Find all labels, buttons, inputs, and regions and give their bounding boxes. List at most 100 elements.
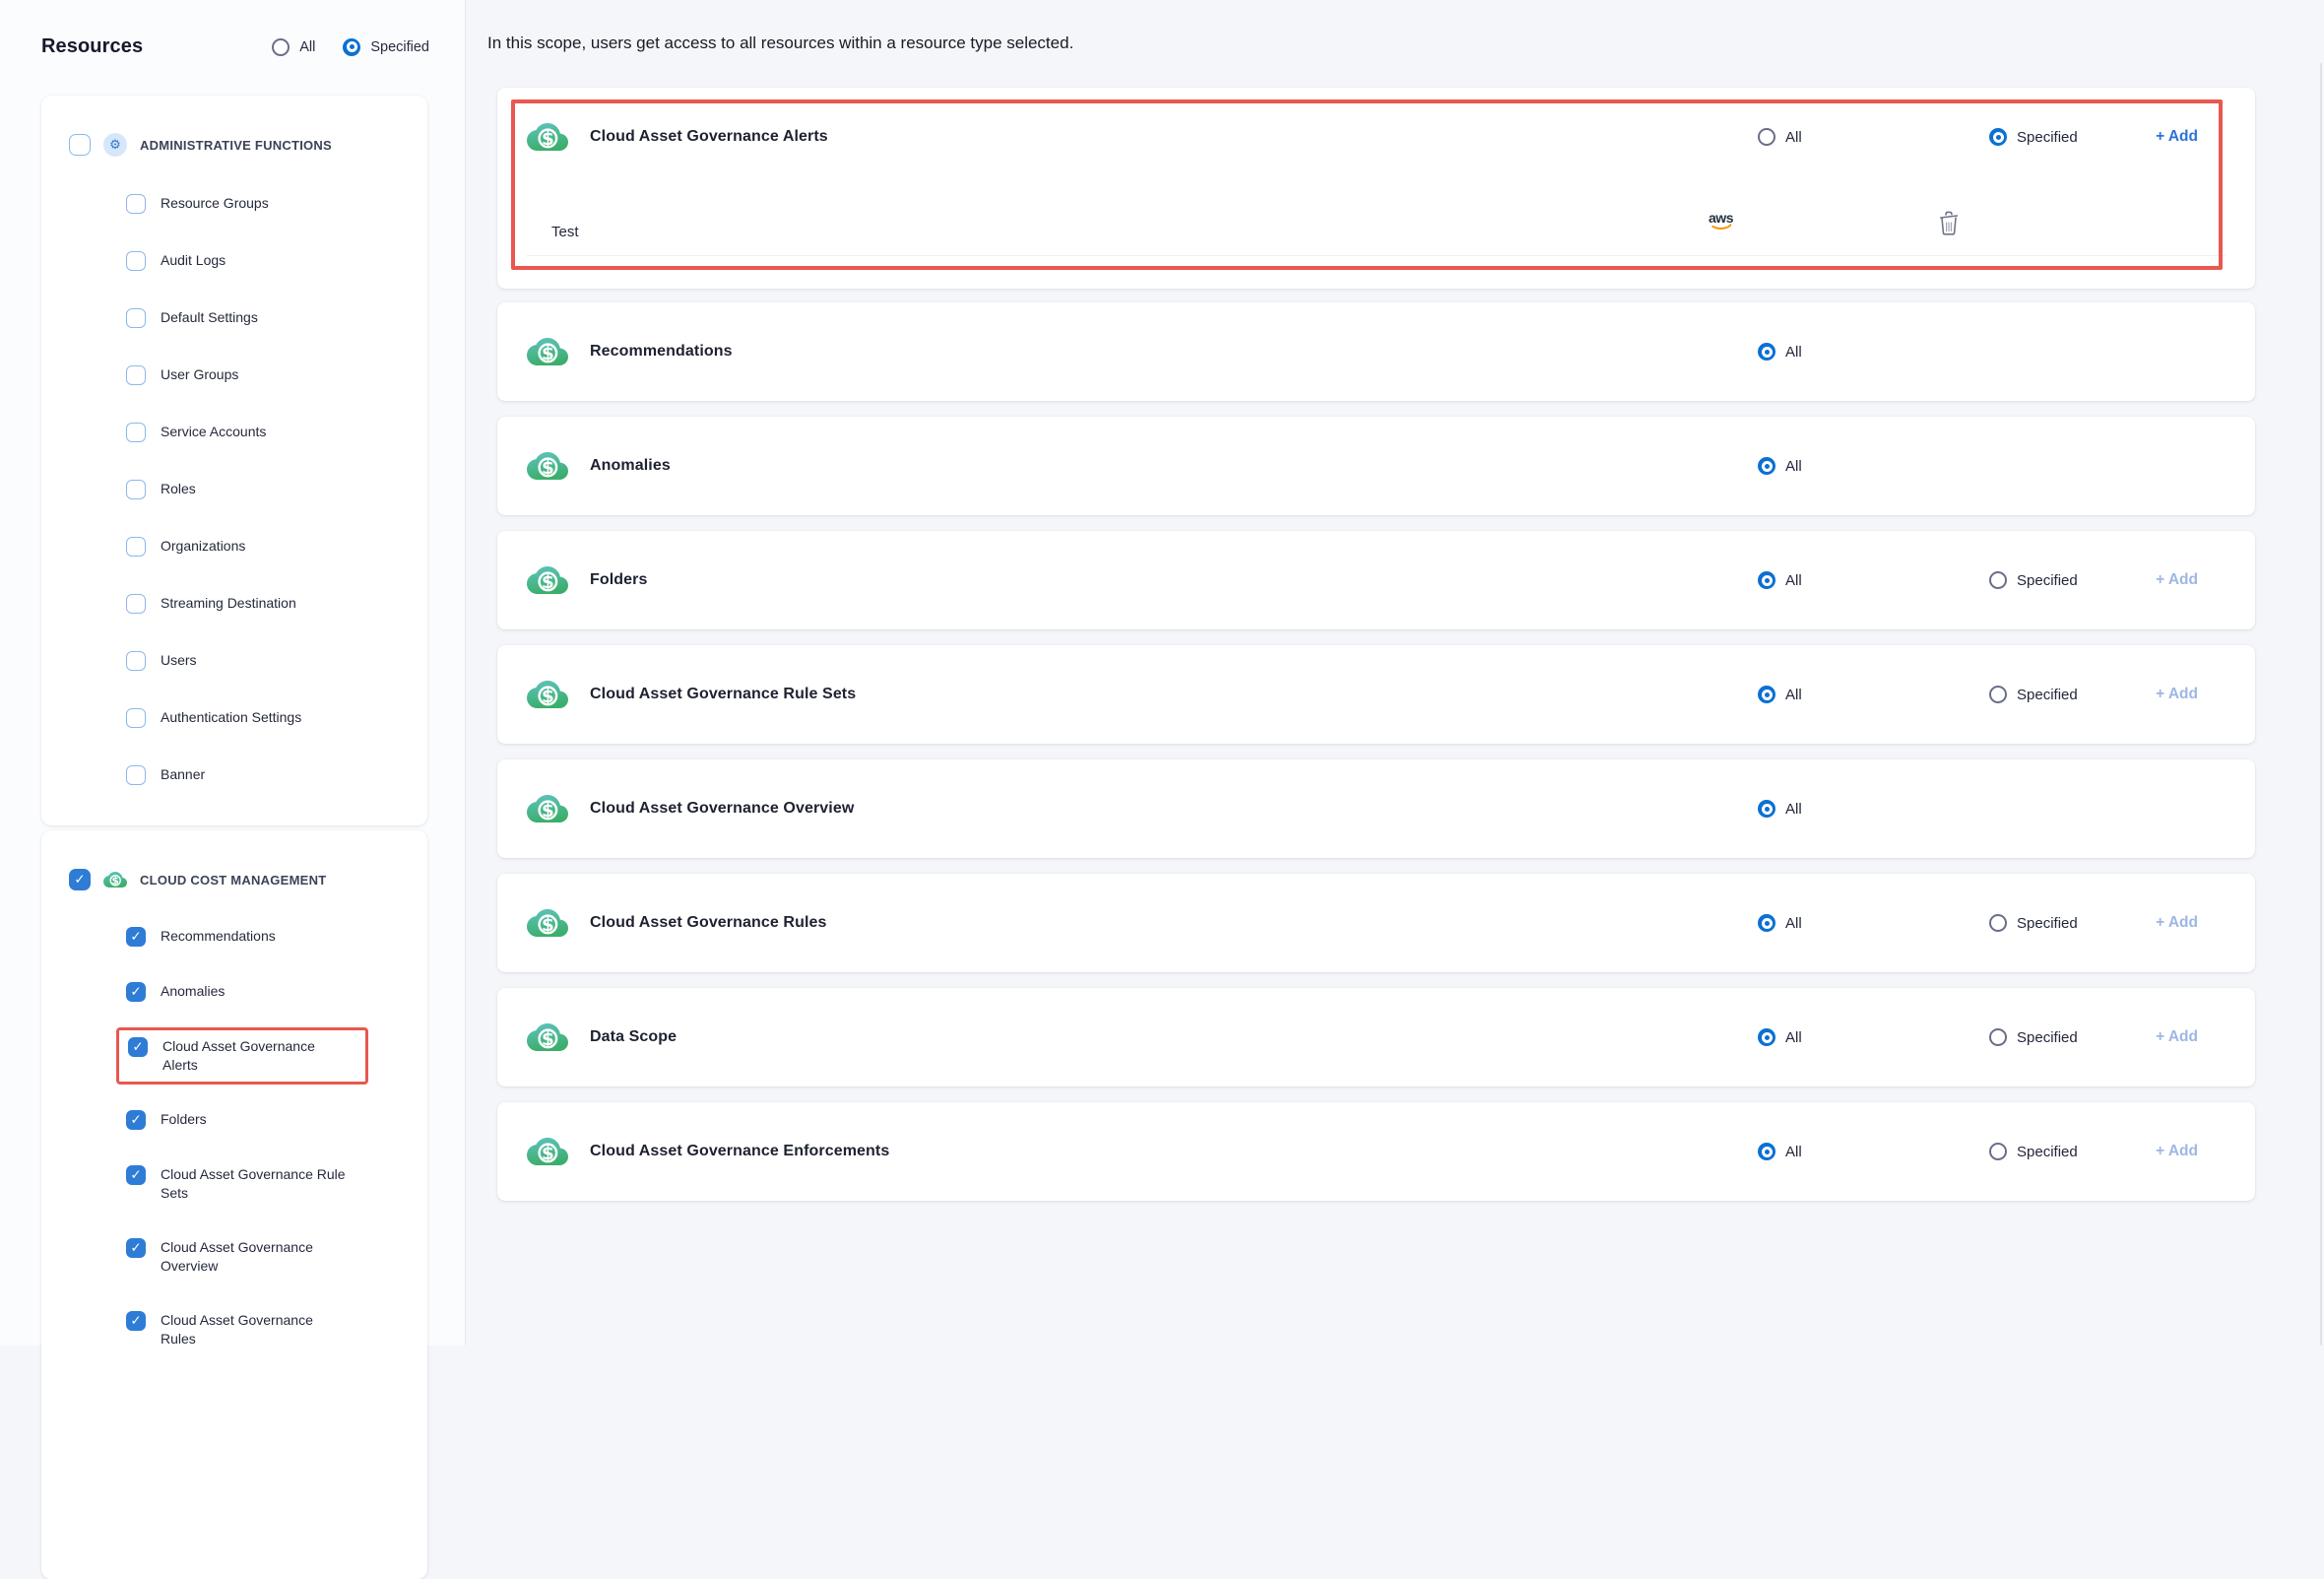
- option-all-radio[interactable]: [1758, 914, 1775, 932]
- cloud-dollar-icon: $: [527, 331, 568, 372]
- sidebar-item-label: Users: [161, 651, 197, 670]
- item-checkbox[interactable]: [126, 1311, 146, 1331]
- sidebar-item-label: Cloud Asset Governance Rule Sets: [161, 1165, 348, 1203]
- resource-row-title: Cloud Asset Governance Rule Sets: [590, 686, 856, 703]
- option-all-label: All: [1785, 572, 1802, 589]
- option-specified: Specified: [1989, 874, 2078, 972]
- svg-text:$: $: [542, 801, 554, 822]
- svg-text:$: $: [542, 687, 554, 707]
- option-all-radio[interactable]: [1758, 800, 1775, 818]
- option-all-radio[interactable]: [1758, 686, 1775, 703]
- sidebar-item-label: Authentication Settings: [161, 708, 301, 727]
- item-checkbox[interactable]: [126, 1110, 146, 1130]
- item-checkbox[interactable]: [128, 1037, 148, 1057]
- sidebar-item-organizations: Organizations: [126, 537, 408, 557]
- delete-icon[interactable]: [1938, 210, 1960, 239]
- item-checkbox[interactable]: [126, 537, 146, 557]
- sidebar-item-resource-groups: Resource Groups: [126, 194, 408, 214]
- sidebar-item-cloud-asset-governance-rule-sets: Cloud Asset Governance Rule Sets: [126, 1165, 408, 1203]
- scope-specified-radio[interactable]: [343, 38, 360, 56]
- sidebar-item-folders: Folders: [126, 1110, 408, 1130]
- option-all-radio[interactable]: [1758, 457, 1775, 475]
- option-specified: Specified: [1989, 988, 2078, 1086]
- aws-logo: aws: [1709, 212, 1733, 230]
- add-button[interactable]: + Add: [2156, 645, 2198, 744]
- item-checkbox[interactable]: [126, 1238, 146, 1258]
- option-specified-radio[interactable]: [1989, 571, 2007, 589]
- item-checkbox[interactable]: [126, 251, 146, 271]
- scrollbar-track[interactable]: [2320, 63, 2322, 1346]
- item-checkbox[interactable]: [126, 927, 146, 947]
- group-checkbox[interactable]: [69, 869, 91, 890]
- option-specified: Specified: [1989, 531, 2078, 629]
- add-button[interactable]: + Add: [2156, 988, 2198, 1086]
- resource-row-cloud-asset-governance-rule-sets: $Cloud Asset Governance Rule SetsAllSpec…: [497, 645, 2255, 744]
- cloud-dollar-icon: $: [527, 445, 568, 487]
- item-checkbox[interactable]: [126, 708, 146, 728]
- item-checkbox[interactable]: [126, 651, 146, 671]
- option-specified-label: Specified: [2017, 687, 2078, 703]
- item-checkbox[interactable]: [126, 423, 146, 442]
- option-specified-radio[interactable]: [1989, 1028, 2007, 1046]
- option-specified-radio[interactable]: [1989, 686, 2007, 703]
- option-all: All: [1758, 874, 1802, 972]
- resource-row-title: Cloud Asset Governance Rules: [590, 914, 827, 932]
- item-checkbox[interactable]: [126, 308, 146, 328]
- scope-all-radio[interactable]: [272, 38, 290, 56]
- add-button[interactable]: + Add: [2156, 874, 2198, 972]
- resources-sidebar: Resources All Specified ⚙ADMINISTRATIVE …: [0, 0, 466, 1346]
- cloud-dollar-icon: $: [527, 559, 568, 601]
- sidebar-item-label: Folders: [161, 1110, 207, 1129]
- sidebar-item-user-groups: User Groups: [126, 365, 408, 385]
- sidebar-item-users: Users: [126, 651, 408, 671]
- option-all-radio[interactable]: [1758, 343, 1775, 361]
- sidebar-item-label: Organizations: [161, 537, 245, 556]
- option-all-radio[interactable]: [1758, 1028, 1775, 1046]
- sidebar-item-label: User Groups: [161, 365, 238, 384]
- option-all: All: [1758, 531, 1802, 629]
- item-checkbox[interactable]: [126, 480, 146, 499]
- scope-option-all: All: [272, 38, 315, 56]
- resource-group-card-administrative-functions: ⚙ADMINISTRATIVE FUNCTIONS Resource Groups…: [41, 96, 427, 825]
- resource-row-title: Anomalies: [590, 457, 671, 475]
- option-specified-label: Specified: [2017, 915, 2078, 932]
- svg-text:$: $: [542, 1144, 554, 1164]
- resource-row-folders: $FoldersAllSpecified+ Add: [497, 531, 2255, 629]
- option-all-label: All: [1785, 801, 1802, 818]
- item-checkbox[interactable]: [126, 365, 146, 385]
- option-all-radio[interactable]: [1758, 1143, 1775, 1160]
- option-specified-label: Specified: [2017, 129, 2078, 146]
- sidebar-item-banner: Banner: [126, 765, 408, 785]
- item-checkbox[interactable]: [126, 982, 146, 1002]
- option-all-radio[interactable]: [1758, 128, 1775, 146]
- sidebar-item-roles: Roles: [126, 480, 408, 499]
- resource-row-cloud-asset-governance-enforcements: $Cloud Asset Governance EnforcementsAllS…: [497, 1102, 2255, 1201]
- sidebar-item-anomalies: Anomalies: [126, 982, 408, 1002]
- add-button[interactable]: + Add: [2156, 88, 2198, 186]
- option-specified-radio[interactable]: [1989, 1143, 2007, 1160]
- option-specified-radio[interactable]: [1989, 914, 2007, 932]
- svg-text:$: $: [542, 129, 554, 150]
- item-checkbox[interactable]: [126, 1165, 146, 1185]
- item-checkbox[interactable]: [126, 194, 146, 214]
- cloud-dollar-icon: $: [103, 868, 127, 891]
- option-all: All: [1758, 417, 1802, 515]
- option-specified-radio[interactable]: [1989, 128, 2007, 146]
- scope-radio-group: All Specified: [272, 38, 429, 56]
- resource-row-title: Data Scope: [590, 1028, 677, 1046]
- option-specified: Specified: [1989, 1102, 2078, 1201]
- cloud-dollar-icon: $: [527, 1131, 568, 1172]
- add-button[interactable]: + Add: [2156, 1102, 2198, 1201]
- option-all-radio[interactable]: [1758, 571, 1775, 589]
- svg-text:$: $: [112, 876, 119, 888]
- item-checkbox[interactable]: [126, 765, 146, 785]
- sidebar-item-service-accounts: Service Accounts: [126, 423, 408, 442]
- resource-row-anomalies: $ Anomalies All: [497, 417, 2255, 515]
- sidebar-item-label: Streaming Destination: [161, 594, 296, 613]
- group-header-administrative-functions: ⚙ADMINISTRATIVE FUNCTIONS: [69, 133, 408, 157]
- group-checkbox[interactable]: [69, 134, 91, 156]
- sidebar-header: Resources All Specified: [0, 0, 465, 58]
- option-specified: Specified: [1989, 645, 2078, 744]
- add-button[interactable]: + Add: [2156, 531, 2198, 629]
- item-checkbox[interactable]: [126, 594, 146, 614]
